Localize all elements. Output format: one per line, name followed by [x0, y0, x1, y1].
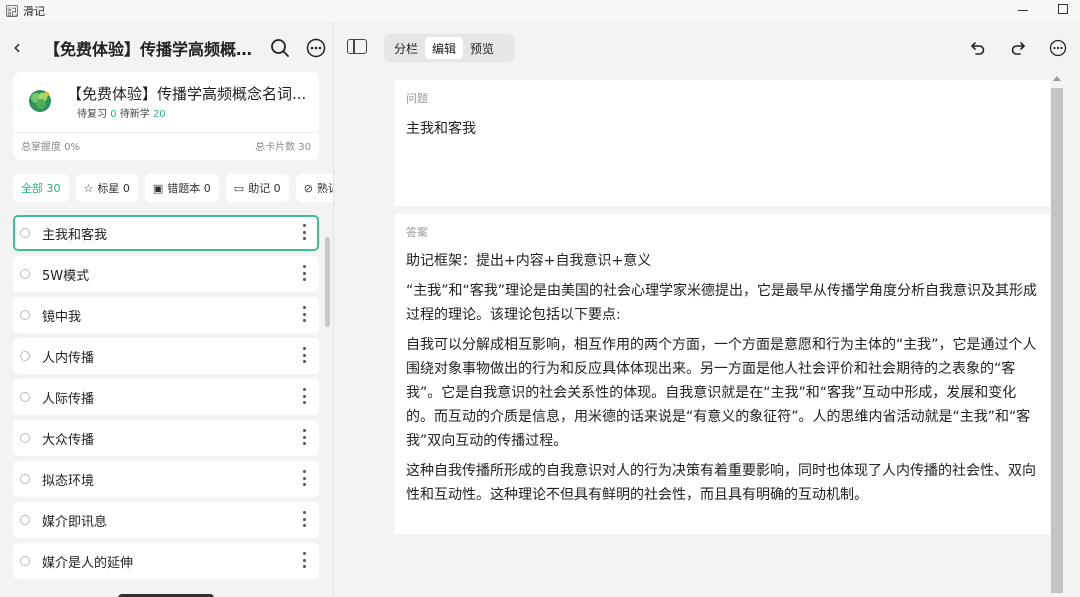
- card-select-radio[interactable]: [20, 228, 30, 238]
- kebab-menu-icon[interactable]: [301, 306, 307, 322]
- comment-icon: ▭: [233, 181, 245, 195]
- filter-starred-label: 标星 0: [97, 182, 130, 195]
- list-scrollbar[interactable]: [325, 237, 330, 327]
- card-select-radio[interactable]: [20, 351, 30, 361]
- card-title: 拟态环境: [42, 473, 95, 489]
- card-row[interactable]: 人内传播: [13, 338, 319, 374]
- deck-progress-meta: 待复习 0 待新学 20: [77, 105, 166, 120]
- more-options-icon[interactable]: [1047, 37, 1069, 59]
- card-list: 主我和客我 5W模式 镜中我 人内传播 人际传播 大众传播 拟态环境 媒介即讯息…: [13, 215, 319, 584]
- kebab-menu-icon[interactable]: [301, 552, 307, 568]
- deck-total-cards: 总卡片数 30: [255, 142, 311, 153]
- card-select-radio[interactable]: [20, 269, 30, 279]
- back-button[interactable]: ‹: [8, 35, 26, 59]
- card-title: 主我和客我: [42, 227, 108, 243]
- sidebar-toggle-icon[interactable]: [347, 39, 367, 54]
- redo-icon[interactable]: [1007, 37, 1029, 59]
- card-row[interactable]: 人际传播: [13, 379, 319, 415]
- app-logo-icon: 記: [6, 5, 18, 19]
- deck-title-header: 【免费体验】传播学高频概念...: [44, 40, 260, 59]
- filter-mnemonic[interactable]: ▭ 助记 0: [225, 174, 289, 202]
- question-label: 问题: [406, 92, 428, 105]
- answer-section[interactable]: 答案 助记框架：提出+内容+自我意识+意义 “主我”和“客我”理论是由美国的社会…: [395, 214, 1050, 534]
- star-icon: ☆: [83, 181, 94, 195]
- deck-summary-card[interactable]: 【免费体验】传播学高频概念名词... 待复习 0 待新学 20 总掌握度 0% …: [13, 72, 319, 160]
- answer-label: 答案: [406, 226, 428, 239]
- answer-paragraph: 这种自我传播所形成的自我意识对人的行为决策有着重要影响，同时也体现了人内传播的社…: [406, 463, 1036, 503]
- filter-tabs: 全部 30 ☆ 标星 0 ▣ 错题本 0 ▭ 助记 0 ⊘ 熟记: [13, 174, 333, 202]
- new-label: 待新学: [119, 109, 150, 120]
- kebab-menu-icon[interactable]: [301, 265, 307, 281]
- editor-toolbar: 分栏 编辑 预览: [335, 22, 1080, 72]
- card-list-panel: ‹ 【免费体验】传播学高频概念... 【免费体验】传播学高频概念名词... 待复…: [0, 22, 334, 597]
- filter-mistakes[interactable]: ▣ 错题本 0: [144, 174, 219, 202]
- window-title: 滑记: [23, 5, 45, 18]
- card-select-radio[interactable]: [20, 310, 30, 320]
- card-select-radio[interactable]: [20, 474, 30, 484]
- deck-logo-icon: [27, 88, 53, 114]
- answer-paragraph: 自我可以分解成相互影响，相互作用的两个方面，一个方面是意愿和行为主体的“主我”，…: [406, 337, 1037, 449]
- card-title: 大众传播: [42, 432, 95, 448]
- window-titlebar: 記 滑记: [0, 0, 1080, 22]
- card-row[interactable]: 拟态环境: [13, 461, 319, 497]
- undo-icon[interactable]: [967, 37, 989, 59]
- deck-title: 【免费体验】传播学高频概念名词...: [67, 85, 307, 103]
- card-select-radio[interactable]: [20, 392, 30, 402]
- check-circle-icon: ⊘: [303, 181, 313, 195]
- minimize-icon[interactable]: [1016, 3, 1030, 17]
- kebab-menu-icon[interactable]: [301, 224, 307, 240]
- answer-text[interactable]: 助记框架：提出+内容+自我意识+意义 “主我”和“客我”理论是由美国的社会心理学…: [406, 249, 1042, 513]
- card-title: 人际传播: [42, 391, 95, 407]
- card-title: 媒介即讯息: [42, 514, 108, 530]
- more-options-icon[interactable]: [305, 37, 327, 59]
- kebab-menu-icon[interactable]: [301, 429, 307, 445]
- list-header: ‹ 【免费体验】传播学高频概念...: [0, 22, 333, 72]
- kebab-menu-icon[interactable]: [301, 511, 307, 527]
- card-select-radio[interactable]: [20, 556, 30, 566]
- card-row[interactable]: 媒介是人的延伸: [13, 543, 319, 579]
- card-editor: 问题 主我和客我 答案 助记框架：提出+内容+自我意识+意义 “主我”和“客我”…: [335, 72, 1080, 597]
- deck-mastery: 总掌握度 0%: [21, 142, 81, 153]
- card-title: 镜中我: [42, 309, 82, 325]
- mode-preview-button[interactable]: 预览: [463, 37, 501, 59]
- filter-starred[interactable]: ☆ 标星 0: [75, 174, 138, 202]
- question-text[interactable]: 主我和客我: [406, 118, 476, 138]
- card-title: 人内传播: [42, 350, 95, 366]
- new-count: 20: [152, 109, 166, 120]
- scroll-up-arrow-icon[interactable]: [1053, 76, 1061, 81]
- review-label: 待复习: [77, 109, 107, 120]
- mode-edit-button[interactable]: 编辑: [425, 37, 464, 59]
- card-row[interactable]: 5W模式: [13, 256, 319, 292]
- filter-all[interactable]: 全部 30: [13, 174, 69, 202]
- filter-all-label: 全部 30: [21, 182, 61, 195]
- answer-paragraph: 助记框架：提出+内容+自我意识+意义: [406, 253, 652, 269]
- kebab-menu-icon[interactable]: [301, 388, 307, 404]
- card-row[interactable]: 镜中我: [13, 297, 319, 333]
- filter-mistakes-label: 错题本 0: [167, 182, 211, 195]
- filter-memorized[interactable]: ⊘ 熟记: [295, 174, 333, 202]
- deck-divider: [13, 132, 319, 133]
- answer-paragraph: “主我”和“客我”理论是由美国的社会心理学家米德提出，它是最早从传播学角度分析自…: [406, 283, 1038, 323]
- mode-split-button[interactable]: 分栏: [387, 37, 425, 59]
- notebook-icon: ▣: [152, 181, 164, 195]
- editor-scrollbar[interactable]: [1051, 88, 1063, 593]
- search-icon[interactable]: [269, 37, 291, 59]
- view-mode-switch: 分栏 编辑 预览: [384, 34, 514, 62]
- card-title: 5W模式: [42, 268, 90, 284]
- kebab-menu-icon[interactable]: [301, 470, 307, 486]
- review-count: 0: [110, 109, 117, 120]
- card-row[interactable]: 大众传播: [13, 420, 319, 456]
- filter-memorized-label: 熟记: [316, 182, 333, 195]
- kebab-menu-icon[interactable]: [301, 347, 307, 363]
- filter-mnemonic-label: 助记 0: [248, 182, 281, 195]
- card-row[interactable]: 主我和客我: [13, 215, 319, 251]
- card-select-radio[interactable]: [20, 433, 30, 443]
- maximize-icon[interactable]: [1058, 4, 1068, 14]
- card-select-radio[interactable]: [20, 515, 30, 525]
- card-title: 媒介是人的延伸: [42, 555, 134, 571]
- card-row[interactable]: 媒介即讯息: [13, 502, 319, 538]
- question-section[interactable]: 问题 主我和客我: [395, 80, 1050, 206]
